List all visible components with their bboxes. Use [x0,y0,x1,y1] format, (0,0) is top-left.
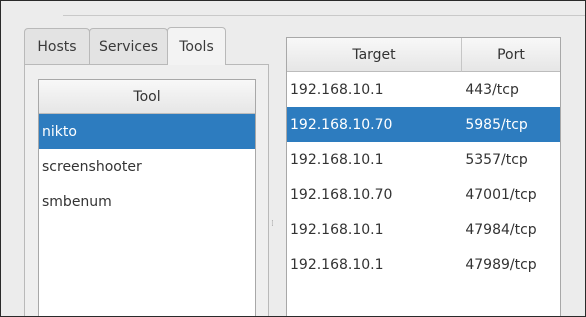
table-row[interactable]: 192.168.10.1 47984/tcp [287,212,560,247]
port-cell: 47984/tcp [465,221,537,238]
table-row[interactable]: 192.168.10.1 443/tcp [287,72,560,107]
tool-row-nikto[interactable]: nikto [39,114,255,149]
table-row[interactable]: 192.168.10.1 47989/tcp [287,247,560,282]
tool-column-header[interactable]: Tool [39,80,255,114]
port-cell: 47001/tcp [465,186,537,203]
port-column-header[interactable]: Port [462,38,560,72]
target-cell: 192.168.10.1 [290,151,384,168]
table-row[interactable]: 192.168.10.70 47001/tcp [287,177,560,212]
table-header: Target Port [287,38,560,72]
target-cell: 192.168.10.1 [290,256,384,273]
target-cell: 192.168.10.1 [290,221,384,238]
target-column-header[interactable]: Target [287,38,462,72]
tab-hosts[interactable]: Hosts [24,28,90,64]
main-window: Hosts Services Tools Tool nikto screensh… [0,0,586,317]
tab-services[interactable]: Services [89,28,168,64]
target-cell: 192.168.10.70 [290,116,393,133]
port-cell: 5985/tcp [465,116,528,133]
table-row-selected[interactable]: 192.168.10.70 5985/tcp [287,107,560,142]
target-port-table[interactable]: Target Port 192.168.10.1 443/tcp 192.168… [286,37,561,316]
port-cell: 5357/tcp [465,151,528,168]
port-cell: 47989/tcp [465,256,537,273]
tools-tab-panel: Tool nikto screenshooter smbenum [24,64,269,316]
tool-row-smbenum[interactable]: smbenum [39,184,255,219]
table-row[interactable]: 192.168.10.1 5357/tcp [287,142,560,177]
target-cell: 192.168.10.1 [290,81,384,98]
top-toolbar-strip [63,1,585,16]
target-cell: 192.168.10.70 [290,186,393,203]
port-cell: 443/tcp [465,81,519,98]
tab-tools[interactable]: Tools [167,27,226,65]
tool-row-screenshooter[interactable]: screenshooter [39,149,255,184]
tool-list-table[interactable]: Tool nikto screenshooter smbenum [38,79,256,316]
splitter-handle[interactable]: ⁞ [271,220,274,236]
